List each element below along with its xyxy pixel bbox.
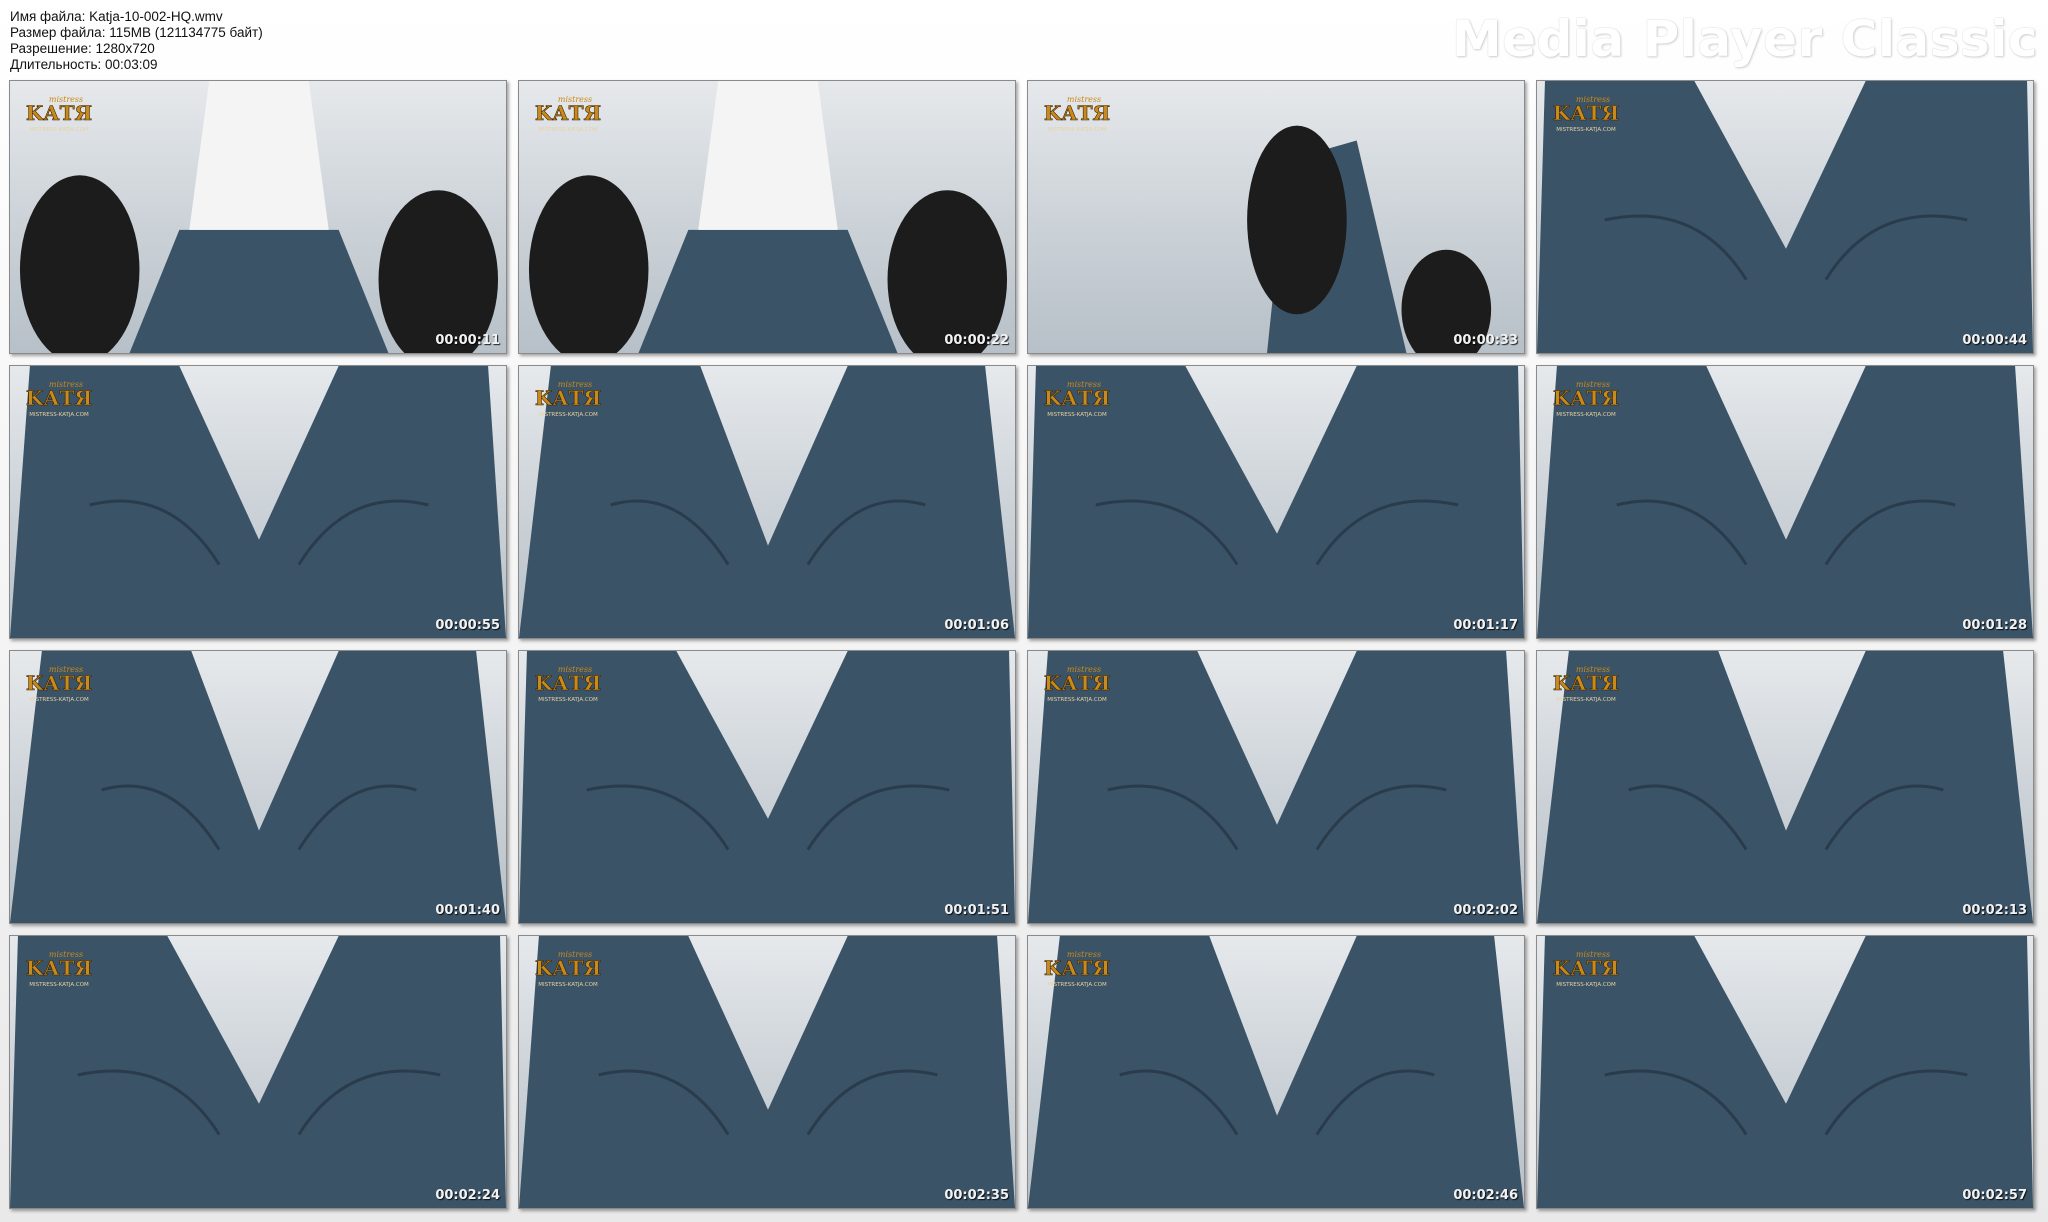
svg-text:KАТЯ: KАТЯ — [535, 101, 601, 125]
video-thumbnail: mistress KАТЯ MISTRESS-KATJA.COM 00:01:51 — [518, 650, 1016, 924]
timestamp-label: 00:02:13 — [1962, 903, 2027, 918]
video-thumbnail: mistress KАТЯ MISTRESS-KATJA.COM 00:02:24 — [9, 935, 507, 1209]
timestamp-label: 00:01:40 — [435, 903, 500, 918]
svg-text:MISTRESS-KATJA.COM: MISTRESS-KATJA.COM — [1047, 982, 1107, 988]
video-thumbnail: mistress KАТЯ MISTRESS-KATJA.COM 00:01:40 — [9, 650, 507, 924]
svg-text:MISTRESS-KATJA.COM: MISTRESS-KATJA.COM — [538, 127, 598, 133]
svg-text:MISTRESS-KATJA.COM: MISTRESS-KATJA.COM — [29, 982, 89, 988]
svg-text:KАТЯ: KАТЯ — [1044, 386, 1110, 410]
svg-text:KАТЯ: KАТЯ — [1044, 101, 1110, 125]
svg-text:KАТЯ: KАТЯ — [1553, 101, 1619, 125]
svg-text:MISTRESS-KATJA.COM: MISTRESS-KATJA.COM — [29, 412, 89, 418]
svg-text:KАТЯ: KАТЯ — [535, 956, 601, 980]
video-thumbnail: mistress KАТЯ MISTRESS-KATJA.COM 00:00:11 — [9, 80, 507, 354]
jeans-legs — [638, 81, 898, 353]
watermark-logo: mistressKАТЯMISTRESS-KATJA.COM — [535, 95, 602, 133]
watermark-logo: mistressKАТЯMISTRESS-KATJA.COM — [1044, 380, 1111, 418]
svg-text:MISTRESS-KATJA.COM: MISTRESS-KATJA.COM — [1556, 982, 1616, 988]
watermark-logo: mistressKАТЯMISTRESS-KATJA.COM — [1553, 95, 1620, 133]
svg-text:KАТЯ: KАТЯ — [1553, 671, 1619, 695]
video-thumbnail: mistress KАТЯ MISTRESS-KATJA.COM 00:02:35 — [518, 935, 1016, 1209]
svg-text:KАТЯ: KАТЯ — [535, 671, 601, 695]
svg-text:KАТЯ: KАТЯ — [1044, 671, 1110, 695]
watermark-logo: mistressKАТЯMISTRESS-KATJA.COM — [26, 95, 93, 133]
svg-text:MISTRESS-KATJA.COM: MISTRESS-KATJA.COM — [1047, 412, 1107, 418]
svg-text:KАТЯ: KАТЯ — [26, 386, 92, 410]
watermark-logo: mistressKАТЯMISTRESS-KATJA.COM — [1044, 665, 1111, 703]
svg-text:MISTRESS-KATJA.COM: MISTRESS-KATJA.COM — [1047, 697, 1107, 703]
video-thumbnail: mistress KАТЯ MISTRESS-KATJA.COM 00:00:33 — [1027, 80, 1525, 354]
timestamp-label: 00:00:33 — [1453, 333, 1518, 348]
timestamp-label: 00:01:51 — [944, 903, 1009, 918]
watermark-logo: mistressKАТЯMISTRESS-KATJA.COM — [535, 380, 602, 418]
video-thumbnail: mistress KАТЯ MISTRESS-KATJA.COM 00:00:44 — [1536, 80, 2034, 354]
svg-text:MISTRESS-KATJA.COM: MISTRESS-KATJA.COM — [538, 412, 598, 418]
video-thumbnail: mistress KАТЯ MISTRESS-KATJA.COM 00:01:17 — [1027, 365, 1525, 639]
watermark-logo: mistressKАТЯMISTRESS-KATJA.COM — [26, 950, 93, 988]
timestamp-label: 00:02:24 — [435, 1188, 500, 1203]
watermark-logo: mistressKАТЯMISTRESS-KATJA.COM — [1553, 950, 1620, 988]
timestamp-label: 00:01:28 — [1962, 618, 2027, 633]
svg-text:KАТЯ: KАТЯ — [26, 101, 92, 125]
video-thumbnail: mistress KАТЯ MISTRESS-KATJA.COM 00:01:06 — [518, 365, 1016, 639]
watermark-logo: mistressKАТЯMISTRESS-KATJA.COM — [1553, 665, 1620, 703]
watermark-logo: mistressKАТЯMISTRESS-KATJA.COM — [1553, 380, 1620, 418]
svg-text:MISTRESS-KATJA.COM: MISTRESS-KATJA.COM — [1556, 127, 1616, 133]
svg-text:MISTRESS-KATJA.COM: MISTRESS-KATJA.COM — [538, 697, 598, 703]
watermark-logo: mistressKАТЯMISTRESS-KATJA.COM — [1044, 95, 1111, 133]
timestamp-label: 00:00:22 — [944, 333, 1009, 348]
timestamp-label: 00:02:46 — [1453, 1188, 1518, 1203]
timestamp-label: 00:00:44 — [1962, 333, 2027, 348]
video-thumbnail: mistress KАТЯ MISTRESS-KATJA.COM 00:02:46 — [1027, 935, 1525, 1209]
svg-text:KАТЯ: KАТЯ — [26, 956, 92, 980]
watermark-logo: mistressKАТЯMISTRESS-KATJA.COM — [1044, 950, 1111, 988]
svg-text:KАТЯ: KАТЯ — [535, 386, 601, 410]
video-thumbnail: mistress KАТЯ MISTRESS-KATJA.COM 00:02:13 — [1536, 650, 2034, 924]
timestamp-label: 00:02:57 — [1962, 1188, 2027, 1203]
svg-text:MISTRESS-KATJA.COM: MISTRESS-KATJA.COM — [29, 697, 89, 703]
video-thumbnail: mistress KАТЯ MISTRESS-KATJA.COM 00:02:57 — [1536, 935, 2034, 1209]
timestamp-label: 00:00:55 — [435, 618, 500, 633]
video-thumbnail: mistress KАТЯ MISTRESS-KATJA.COM 00:01:28 — [1536, 365, 2034, 639]
video-thumbnail: mistress KАТЯ MISTRESS-KATJA.COM 00:00:55 — [9, 365, 507, 639]
timestamp-label: 00:00:11 — [435, 333, 500, 348]
video-thumbnail: mistress KАТЯ MISTRESS-KATJA.COM 00:00:22 — [518, 80, 1016, 354]
svg-text:MISTRESS-KATJA.COM: MISTRESS-KATJA.COM — [1047, 127, 1107, 133]
watermark-logo: mistressKАТЯMISTRESS-KATJA.COM — [535, 665, 602, 703]
timestamp-label: 00:02:02 — [1453, 903, 1518, 918]
jeans-legs — [129, 81, 389, 353]
watermark-logo: mistressKАТЯMISTRESS-KATJA.COM — [535, 950, 602, 988]
watermark-logo: mistressKАТЯMISTRESS-KATJA.COM — [26, 380, 93, 418]
timestamp-label: 00:01:17 — [1453, 618, 1518, 633]
watermark-logo: mistressKАТЯMISTRESS-KATJA.COM — [26, 665, 93, 703]
svg-text:MISTRESS-KATJA.COM: MISTRESS-KATJA.COM — [29, 127, 89, 133]
svg-text:MISTRESS-KATJA.COM: MISTRESS-KATJA.COM — [538, 982, 598, 988]
timestamp-label: 00:01:06 — [944, 618, 1009, 633]
svg-text:MISTRESS-KATJA.COM: MISTRESS-KATJA.COM — [1556, 697, 1616, 703]
svg-text:KАТЯ: KАТЯ — [1553, 956, 1619, 980]
thumbnail-grid: mistress KАТЯ MISTRESS-KATJA.COM 00:00:11 mi… — [0, 0, 2048, 1222]
svg-text:KАТЯ: KАТЯ — [1044, 956, 1110, 980]
svg-text:MISTRESS-KATJA.COM: MISTRESS-KATJA.COM — [1556, 412, 1616, 418]
video-thumbnail: mistress KАТЯ MISTRESS-KATJA.COM 00:02:02 — [1027, 650, 1525, 924]
svg-text:KАТЯ: KАТЯ — [26, 671, 92, 695]
svg-text:KАТЯ: KАТЯ — [1553, 386, 1619, 410]
timestamp-label: 00:02:35 — [944, 1188, 1009, 1203]
